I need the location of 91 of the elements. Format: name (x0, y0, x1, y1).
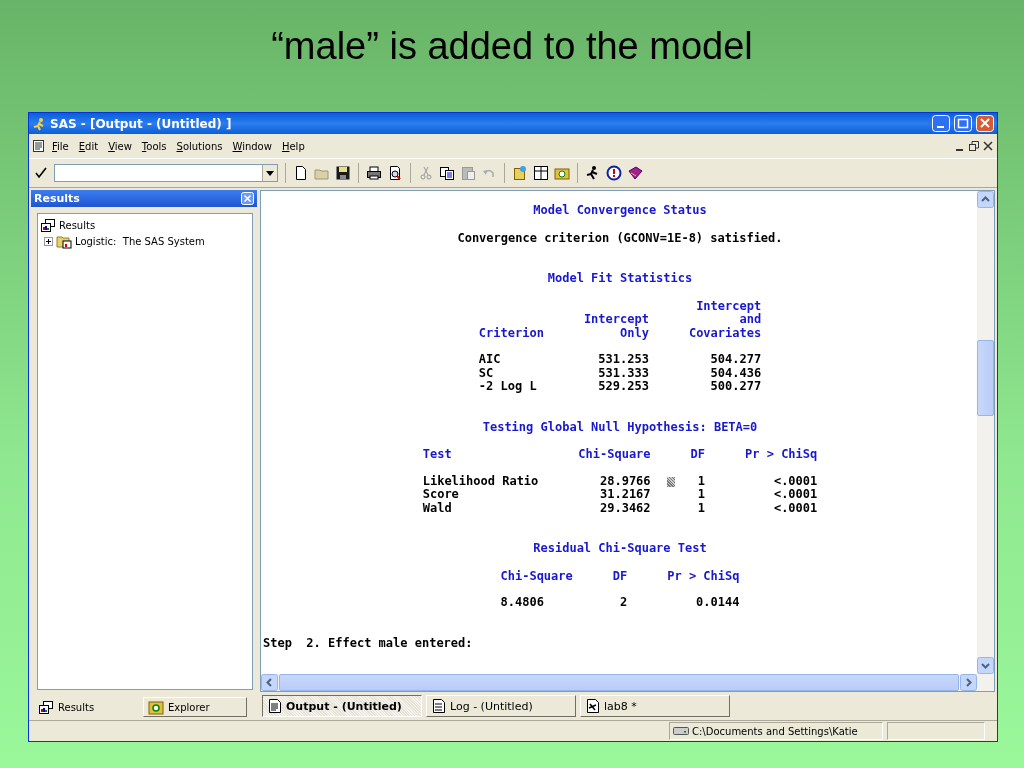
exclamation-circle-icon[interactable] (606, 165, 622, 181)
text-cursor (666, 476, 675, 487)
table-cell-text: 500.277 (709, 380, 762, 394)
menu-item[interactable]: Edit (74, 138, 103, 154)
log-page-icon (431, 698, 446, 714)
pane-title: Results (34, 192, 80, 205)
close-icon[interactable] (982, 140, 994, 152)
scroll-right-button[interactable] (960, 674, 977, 691)
tree-item[interactable]: Results (59, 219, 96, 231)
column-header: DF (612, 569, 628, 583)
table-cell-text: 531.333 (597, 366, 649, 380)
table-cell-text: 529.253 (597, 380, 649, 394)
table-cell: Likelihood Ratio (422, 474, 539, 488)
menu-item[interactable]: Help (277, 138, 309, 154)
column-header: Intercept Only (583, 313, 649, 340)
scroll-thumb[interactable] (977, 340, 994, 416)
menu-item[interactable]: File (48, 138, 73, 154)
table-cell-text: 504.436 (709, 366, 762, 380)
column-header: Chi-Square (578, 448, 651, 462)
table-cell: 28.9766 (578, 474, 651, 488)
section-heading: Model Convergence Status (532, 204, 708, 218)
status-message: Convergence criterion (GCONV=1E-8) satisfied. (456, 231, 784, 245)
table-cell-text: Score (422, 488, 460, 502)
printer-icon[interactable] (366, 165, 382, 181)
table-cell-text: 1 (696, 474, 705, 488)
table-cell-text: 8.4806 (500, 596, 545, 610)
menu-item[interactable]: Tools (137, 138, 171, 154)
maximize-button[interactable] (954, 115, 972, 132)
new-page-icon[interactable] (293, 165, 309, 181)
table-cell-text: 29.3462 (599, 501, 651, 515)
table-cell-text: 504.277 (709, 353, 762, 367)
window-tab[interactable]: Output - (Untitled) (262, 695, 422, 717)
section-heading: Residual Chi-Square Test (532, 542, 708, 556)
results-icon (40, 217, 56, 233)
table-cell-text: <.0001 (772, 501, 818, 515)
results-icon (38, 699, 54, 715)
folder-icon (56, 233, 72, 249)
running-figure-icon (32, 116, 46, 131)
table-cell-text: 31.2167 (599, 488, 651, 502)
copy-icon[interactable] (439, 165, 455, 181)
table-cell-text: 0.0144 (695, 596, 740, 610)
column-header: Chi-Square (500, 569, 573, 583)
document-icon (32, 139, 46, 153)
window-grid-icon[interactable] (533, 165, 549, 181)
column-header: DF (690, 448, 705, 462)
program-page-icon (585, 698, 600, 714)
menu-item[interactable]: View (104, 138, 136, 154)
dropdown-arrow-icon[interactable] (266, 170, 274, 176)
minimize-button[interactable] (932, 115, 950, 132)
table-cell-text: 1 (696, 501, 705, 515)
column-header: Intercept and Covariates (688, 299, 762, 340)
menu-item[interactable]: Solutions (172, 138, 227, 154)
status-path: C:\Documents and Settings\Katie (692, 725, 858, 737)
output-page-icon (267, 698, 282, 714)
drive-icon (673, 726, 689, 736)
column-header: Criterion (478, 326, 544, 340)
table-cell-text: 1 (696, 488, 705, 502)
scroll-down-button[interactable] (977, 657, 994, 674)
pane-tab[interactable]: Explorer (143, 697, 247, 717)
section-heading: Testing Global Null Hypothesis: BETA=0 (481, 420, 759, 434)
restore-icon[interactable] (968, 140, 980, 152)
column-header: Pr > ChiSq (667, 569, 740, 583)
table-cell-text: <.0001 (772, 488, 818, 502)
table-cell-text: Wald (422, 501, 453, 515)
plus-icon[interactable] (44, 236, 53, 246)
table-cell-text: SC (478, 366, 495, 380)
paste-icon[interactable] (460, 165, 476, 181)
table-cell-text: 531.253 (597, 353, 649, 367)
window-tab[interactable]: lab8 * (580, 695, 730, 717)
table-cell-text: AIC (478, 353, 502, 367)
window-title: SAS - [Output - (Untitled) ] (50, 116, 233, 131)
vertical-scrollbar[interactable] (977, 191, 994, 674)
scroll-left-button[interactable] (261, 674, 278, 691)
print-preview-icon[interactable] (387, 165, 403, 181)
table-cell-text: -2 Log L (478, 380, 538, 394)
slide-title: “male” is added to the model (271, 24, 753, 68)
table-cell-text: <.0001 (772, 474, 818, 488)
table-cell-text: 2 (619, 596, 628, 610)
window-tab[interactable]: Log - (Untitled) (426, 695, 576, 717)
checkmark-icon[interactable] (33, 165, 49, 181)
tree-item[interactable]: Logistic: The SAS System (75, 235, 205, 247)
log-line: Step 2. Effect male entered: (263, 636, 474, 650)
command-field[interactable] (54, 164, 278, 182)
scroll-up-button[interactable] (977, 191, 994, 208)
column-header: Pr > ChiSq (745, 448, 818, 462)
pane-tab[interactable]: Results (33, 697, 137, 717)
close-button[interactable] (976, 115, 994, 132)
column-header: Test (422, 448, 453, 462)
close-button[interactable] (241, 192, 254, 205)
section-heading: Model Fit Statistics (546, 272, 694, 286)
menu-item[interactable]: Window (228, 138, 276, 154)
